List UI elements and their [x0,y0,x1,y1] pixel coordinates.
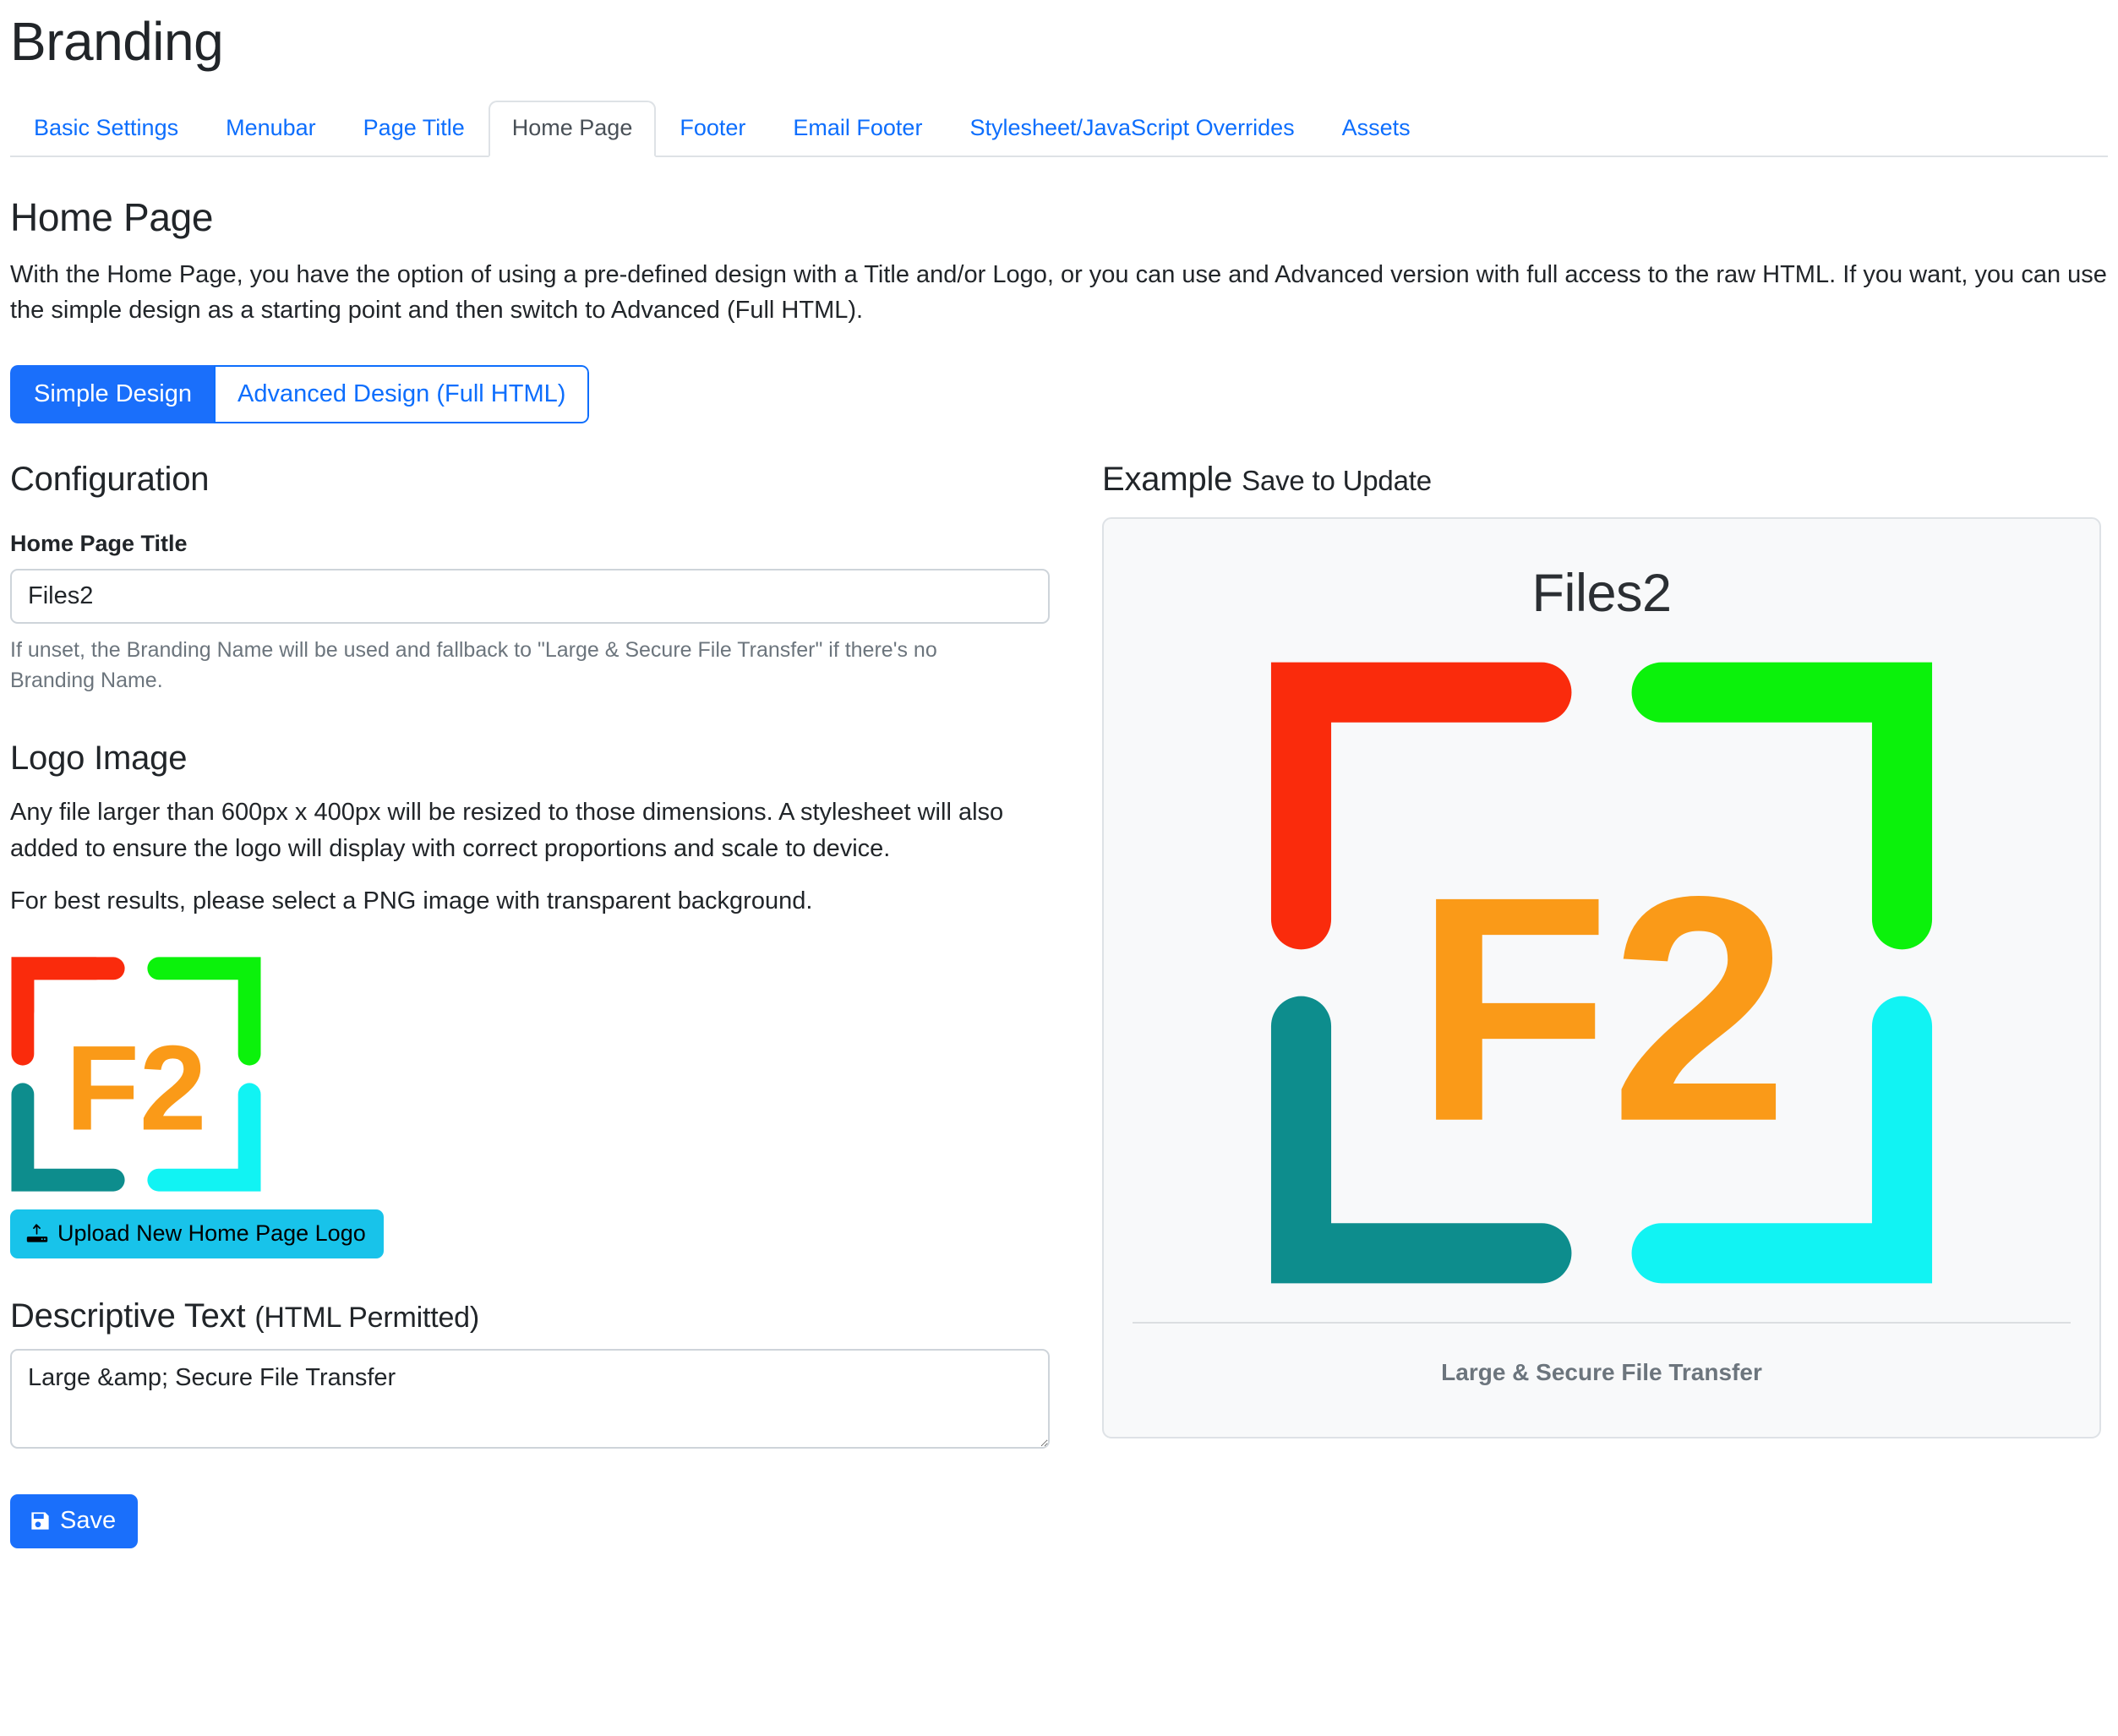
simple-design-button[interactable]: Simple Design [10,365,214,424]
save-button[interactable]: Save [10,1493,139,1548]
descriptive-text-heading-main: Descriptive Text [10,1297,246,1335]
home-page-title-label: Home Page Title [10,531,188,557]
tab-email-footer[interactable]: Email Footer [769,101,946,157]
configuration-heading: Configuration [10,461,210,499]
logo-image-paragraph-2: For best results, please select a PNG im… [10,887,813,914]
descriptive-text-textarea[interactable]: Large &amp; Secure File Transfer [10,1348,1050,1449]
logo-image-heading: Logo Image [10,740,188,778]
home-page-title-help: If unset, the Branding Name will be used… [10,638,937,692]
tab-basic-settings[interactable]: Basic Settings [10,101,202,157]
home-page-title-input[interactable] [10,569,1050,625]
page-root: Branding Basic Settings Menubar Page Tit… [0,12,2118,1548]
tab-home-page[interactable]: Home Page [488,101,657,158]
home-page-description: With the Home Page, you have the option … [10,261,2107,325]
home-page-heading: Home Page [10,195,214,240]
descriptive-text-heading: Descriptive Text (HTML Permitted) [10,1297,1067,1335]
preview-divider [1133,1322,2071,1324]
tab-footer[interactable]: Footer [656,101,769,157]
upload-button-label: Upload New Home Page Logo [57,1220,366,1246]
save-button-label: Save [60,1506,117,1534]
svg-text:F2: F2 [66,1021,207,1155]
tab-stylesheet-javascript-overrides[interactable]: Stylesheet/JavaScript Overrides [946,101,1318,157]
svg-text:F2: F2 [1415,831,1789,1188]
advanced-design-button[interactable]: Advanced Design (Full HTML) [213,365,590,424]
branding-tabs: Basic Settings Menubar Page Title Home P… [10,100,2108,158]
preview-title: Files2 [1531,564,1672,624]
page-title: Branding [10,11,224,72]
preview-logo: F2 [1270,663,1933,1284]
preview-tagline: Large & Secure File Transfer [1441,1359,1762,1386]
configuration-column: Configuration Home Page Title If unset, … [10,461,1085,1548]
descriptive-text-heading-paren: (HTML Permitted) [254,1301,479,1334]
home-page-preview-card: Files2 F2 Large & Secure File Transfer [1102,517,2101,1439]
example-heading-main: Example [1102,461,1233,499]
tab-menubar[interactable]: Menubar [202,101,340,157]
example-heading: Example Save to Update [1102,461,2108,499]
floppy-disk-icon [29,1509,52,1532]
tab-page-title[interactable]: Page Title [340,101,489,157]
example-heading-hint: Save to Update [1242,465,1432,497]
upload-icon [26,1222,48,1244]
tab-assets[interactable]: Assets [1318,101,1434,157]
example-column: Example Save to Update Files2 F2 Large &… [1085,461,2108,1548]
design-mode-toggle: Simple Design Advanced Design (Full HTML… [10,365,590,424]
content-columns: Configuration Home Page Title If unset, … [10,461,2108,1548]
upload-new-home-page-logo-button[interactable]: Upload New Home Page Logo [10,1209,384,1258]
home-page-logo-thumbnail: F2 [11,957,261,1192]
logo-image-paragraph-1: Any file larger than 600px x 400px will … [10,799,1004,862]
